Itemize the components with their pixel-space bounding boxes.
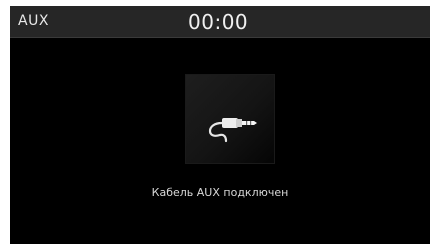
source-label: AUX [18,13,49,29]
head-unit-screen: AUX 00:00 Кабель AUX подключен [10,6,430,244]
status-bar: AUX 00:00 [10,6,430,38]
aux-cable-plug-icon [208,118,257,143]
connection-status-message: Кабель AUX подключен [151,186,289,199]
aux-icon-tile [185,74,275,164]
clock: 00:00 [188,10,249,34]
